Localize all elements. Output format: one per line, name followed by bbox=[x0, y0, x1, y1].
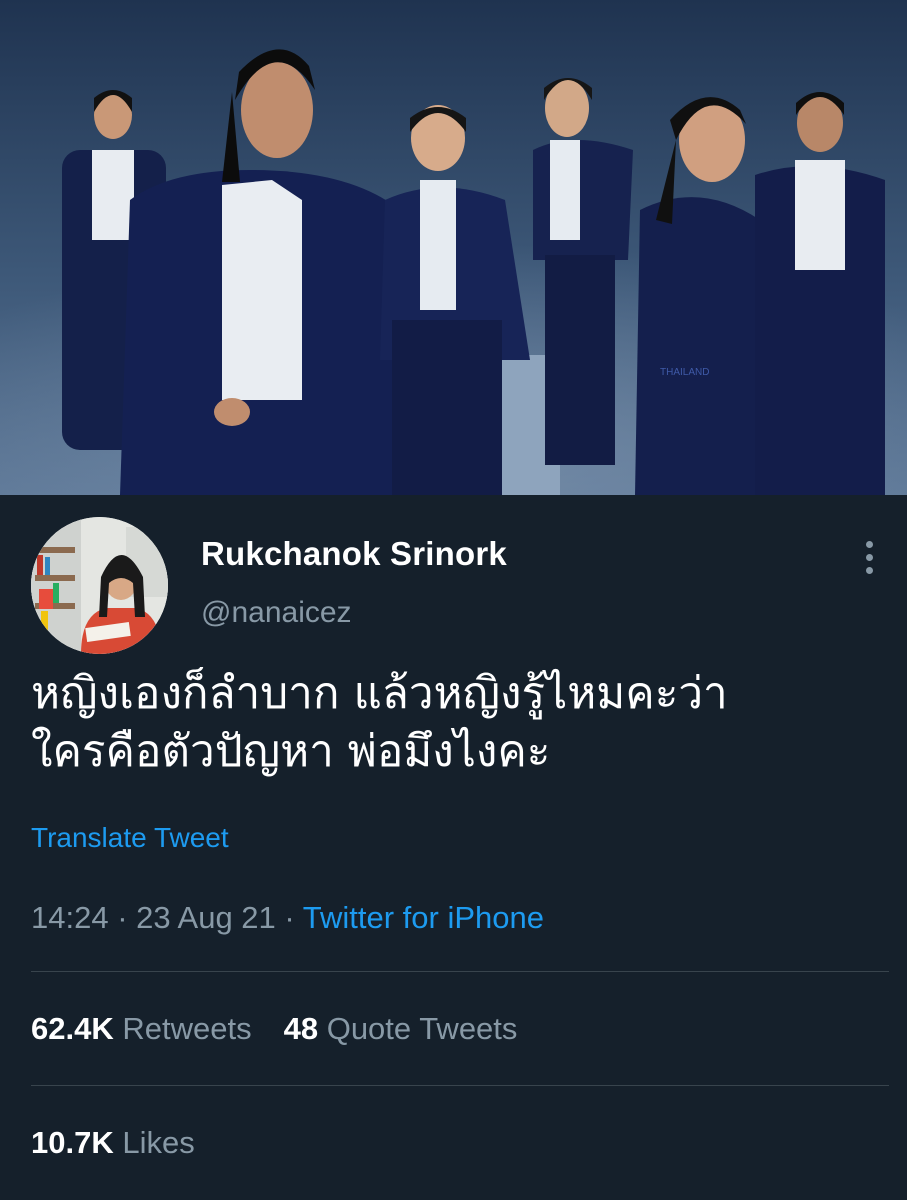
translate-tweet-link[interactable]: Translate Tweet bbox=[31, 822, 229, 854]
divider bbox=[31, 1085, 889, 1086]
likes-count: 10.7K bbox=[31, 1125, 114, 1160]
divider bbox=[31, 971, 889, 972]
group-portrait-image: THAILAND bbox=[0, 0, 907, 495]
avatar[interactable] bbox=[31, 517, 168, 654]
tweet-detail: Rukchanok Srinork @nanaicez หญิงเองก็ลำบ… bbox=[0, 495, 907, 1200]
retweets-stat[interactable]: 62.4K Retweets bbox=[31, 1011, 252, 1046]
tweet-text: หญิงเองก็ลำบาก แล้วหญิงรู้ไหมคะว่า ใครคื… bbox=[31, 665, 891, 781]
retweets-label: Retweets bbox=[122, 1011, 252, 1046]
tweet-metadata: 14:24 · 23 Aug 21 · Twitter for iPhone bbox=[31, 900, 544, 936]
author-display-name[interactable]: Rukchanok Srinork bbox=[201, 535, 507, 573]
quote-tweets-label: Quote Tweets bbox=[326, 1011, 518, 1046]
tweet-text-line-2: ใครคือตัวปัญหา พ่อมึงไงคะ bbox=[31, 726, 551, 777]
meta-separator: · bbox=[275, 900, 303, 935]
quote-tweets-count: 48 bbox=[283, 1011, 319, 1046]
jacket-text: THAILAND bbox=[660, 367, 709, 378]
tweet-time[interactable]: 14:24 bbox=[31, 900, 109, 935]
tweet-photo[interactable]: THAILAND bbox=[0, 0, 907, 495]
likes-stat[interactable]: 10.7K Likes bbox=[31, 1125, 195, 1161]
more-options-icon[interactable] bbox=[855, 537, 885, 577]
tweet-text-line-1: หญิงเองก็ลำบาก แล้วหญิงรู้ไหมคะว่า bbox=[31, 668, 728, 719]
author-handle[interactable]: @nanaicez bbox=[201, 596, 352, 630]
retweets-count: 62.4K bbox=[31, 1011, 114, 1046]
engagement-stats: 62.4K Retweets 48 Quote Tweets bbox=[31, 1011, 517, 1047]
tweet-date[interactable]: 23 Aug 21 bbox=[136, 900, 276, 935]
likes-label: Likes bbox=[122, 1125, 195, 1160]
quote-tweets-stat[interactable]: 48 Quote Tweets bbox=[284, 1011, 518, 1046]
tweet-source-link[interactable]: Twitter for iPhone bbox=[303, 900, 544, 935]
meta-separator: · bbox=[108, 900, 137, 935]
avatar-image bbox=[31, 517, 168, 654]
